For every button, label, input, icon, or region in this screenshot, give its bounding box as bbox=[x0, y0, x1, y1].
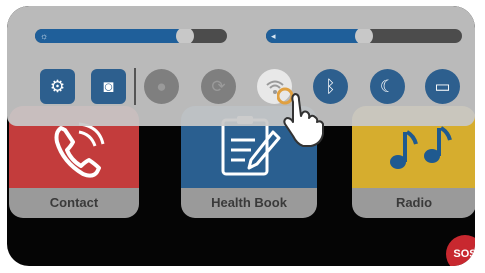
brightness-slider-knob[interactable] bbox=[175, 29, 194, 43]
device-screen: Contact Health Book Radio SOS ☼ ◂ ⚙ ◙ ● … bbox=[7, 6, 475, 266]
volume-slider-knob[interactable] bbox=[355, 29, 373, 43]
rotation-button[interactable]: ⟳ bbox=[201, 69, 236, 104]
flashlight-icon: ● bbox=[156, 77, 167, 96]
gear-icon: ⚙ bbox=[49, 77, 66, 96]
radio-tile-label: Radio bbox=[352, 188, 475, 218]
sos-button[interactable]: SOS bbox=[446, 235, 475, 266]
rotation-icon: ⟳ bbox=[211, 77, 226, 96]
volume-icon: ◂ bbox=[271, 31, 276, 41]
book-icon: ▭ bbox=[434, 77, 451, 96]
brightness-slider-fill bbox=[35, 29, 185, 43]
moon-icon: ☾ bbox=[379, 77, 396, 96]
camera-button[interactable]: ◙ bbox=[91, 69, 126, 104]
divider bbox=[134, 68, 136, 105]
contact-tile-label: Contact bbox=[9, 188, 139, 218]
control-center-panel: ☼ ◂ ⚙ ◙ ● ⟳ ᛒ ☾ ▭ bbox=[7, 6, 475, 126]
health-book-tile-label: Health Book bbox=[181, 188, 317, 218]
camera-icon: ◙ bbox=[103, 77, 114, 96]
reading-mode-button[interactable]: ▭ bbox=[425, 69, 460, 104]
do-not-disturb-button[interactable]: ☾ bbox=[370, 69, 405, 104]
brightness-slider[interactable]: ☼ bbox=[35, 29, 227, 43]
hand-pointer-icon bbox=[276, 86, 329, 155]
volume-slider[interactable]: ◂ bbox=[266, 29, 462, 43]
volume-slider-fill bbox=[266, 29, 364, 43]
sun-icon: ☼ bbox=[40, 31, 49, 41]
settings-button[interactable]: ⚙ bbox=[40, 69, 75, 104]
flashlight-button[interactable]: ● bbox=[144, 69, 179, 104]
